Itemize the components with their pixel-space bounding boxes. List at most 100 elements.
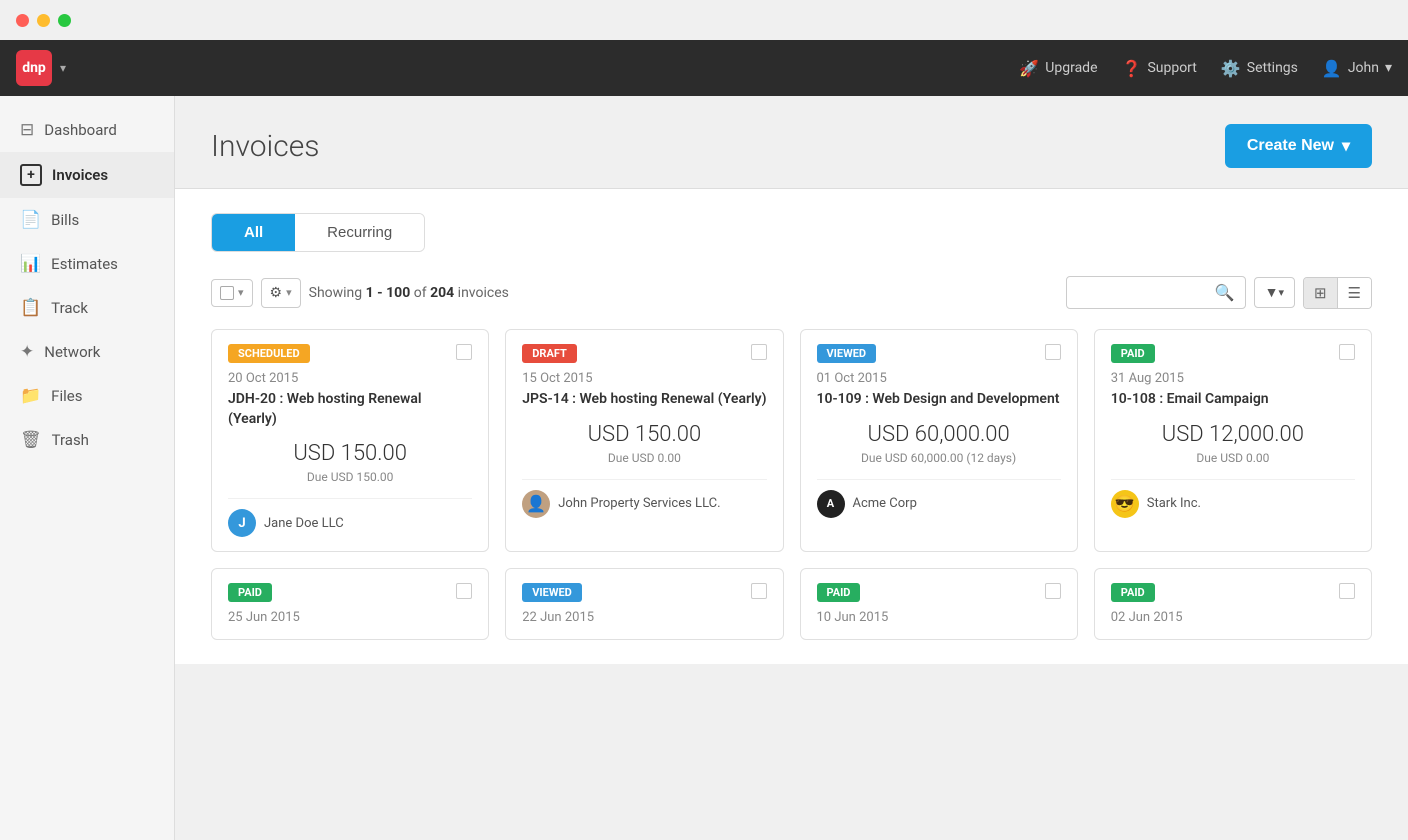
sidebar-item-dashboard[interactable]: ⊟ Dashboard [0, 108, 174, 152]
status-badge: PAID [1111, 583, 1155, 602]
invoice-card: SCHEDULED 20 Oct 2015 JDH-20 : Web hosti… [211, 329, 489, 552]
status-badge: SCHEDULED [228, 344, 310, 363]
view-toggle: ⊞ ☰ [1303, 277, 1372, 309]
search-input[interactable] [1077, 285, 1209, 300]
card-checkbox[interactable] [1339, 583, 1355, 599]
card-title: 10-109 : Web Design and Development [817, 390, 1061, 410]
list-view-button[interactable]: ☰ [1337, 278, 1371, 308]
invoices-icon: + [20, 164, 42, 186]
status-badge: PAID [817, 583, 861, 602]
tab-all[interactable]: All [212, 214, 295, 251]
card-footer: J Jane Doe LLC [228, 498, 472, 537]
support-button[interactable]: ❓ Support [1122, 59, 1197, 78]
bottom-invoice-card: PAID 02 Jun 2015 [1094, 568, 1372, 640]
bottom-invoice-card: PAID 10 Jun 2015 [800, 568, 1078, 640]
page-title: Invoices [211, 129, 319, 164]
sidebar: ⊟ Dashboard + Invoices 📄 Bills 📊 Estimat… [0, 96, 175, 840]
bottom-invoice-row: PAID 25 Jun 2015 VIEWED 22 Jun 2015 [211, 568, 1372, 640]
question-icon: ❓ [1122, 59, 1142, 78]
grid-view-button[interactable]: ⊞ [1304, 278, 1337, 308]
card-date: 31 Aug 2015 [1111, 371, 1355, 386]
invoice-card: VIEWED 01 Oct 2015 10-109 : Web Design a… [800, 329, 1078, 552]
card-date: 22 Jun 2015 [522, 610, 766, 625]
bottom-card-top: PAID [228, 583, 472, 602]
bills-icon: 📄 [20, 210, 41, 230]
card-due: Due USD 150.00 [228, 470, 472, 484]
client-name: John Property Services LLC. [558, 496, 720, 511]
filter-icon: ▼ [1265, 284, 1279, 301]
settings-button[interactable]: ⚙️ Settings [1221, 59, 1298, 78]
card-checkbox[interactable] [1339, 344, 1355, 360]
avatar: 😎 [1111, 490, 1139, 518]
user-menu[interactable]: 👤 John ▾ [1322, 59, 1392, 78]
sidebar-item-estimates[interactable]: 📊 Estimates [0, 242, 174, 286]
bulk-action-button[interactable]: ⚙ ▾ [261, 278, 301, 308]
invoice-card: DRAFT 15 Oct 2015 JPS-14 : Web hosting R… [505, 329, 783, 552]
client-name: Jane Doe LLC [264, 516, 344, 531]
client-name: Stark Inc. [1147, 496, 1201, 511]
card-footer: 👤 John Property Services LLC. [522, 479, 766, 518]
card-checkbox[interactable] [751, 583, 767, 599]
card-checkbox[interactable] [456, 344, 472, 360]
files-icon: 📁 [20, 386, 41, 406]
invoice-grid: SCHEDULED 20 Oct 2015 JDH-20 : Web hosti… [211, 329, 1372, 552]
card-top: VIEWED [817, 344, 1061, 363]
gear-chevron-icon: ▾ [286, 286, 292, 299]
trash-icon: 🗑 [20, 430, 42, 450]
card-title: JDH-20 : Web hosting Renewal (Yearly) [228, 390, 472, 429]
sidebar-item-files[interactable]: 📁 Files [0, 374, 174, 418]
filter-button[interactable]: ▼ ▾ [1254, 277, 1295, 308]
card-checkbox[interactable] [751, 344, 767, 360]
card-checkbox[interactable] [456, 583, 472, 599]
minimize-button[interactable] [37, 14, 50, 27]
card-checkbox[interactable] [1045, 583, 1061, 599]
card-due: Due USD 0.00 [1111, 451, 1355, 465]
estimates-icon: 📊 [20, 254, 41, 274]
app-layout: ⊟ Dashboard + Invoices 📄 Bills 📊 Estimat… [0, 96, 1408, 840]
card-date: 01 Oct 2015 [817, 371, 1061, 386]
bottom-card-top: PAID [817, 583, 1061, 602]
card-title: 10-108 : Email Campaign [1111, 390, 1355, 410]
card-date: 10 Jun 2015 [817, 610, 1061, 625]
upgrade-button[interactable]: 🚀 Upgrade [1019, 59, 1097, 78]
tab-recurring[interactable]: Recurring [295, 214, 424, 251]
user-chevron-icon: ▾ [1385, 60, 1392, 76]
card-top: SCHEDULED [228, 344, 472, 363]
status-badge: VIEWED [817, 344, 877, 363]
sidebar-item-trash[interactable]: 🗑 Trash [0, 418, 174, 462]
avatar: A [817, 490, 845, 518]
card-amount: USD 150.00 [228, 441, 472, 466]
status-badge: VIEWED [522, 583, 582, 602]
bottom-card-top: PAID [1111, 583, 1355, 602]
select-all-checkbox[interactable]: ▾ [211, 279, 253, 307]
card-top: PAID [1111, 344, 1355, 363]
close-button[interactable] [16, 14, 29, 27]
card-amount: USD 12,000.00 [1111, 422, 1355, 447]
card-due: Due USD 0.00 [522, 451, 766, 465]
card-checkbox[interactable] [1045, 344, 1061, 360]
sidebar-item-bills[interactable]: 📄 Bills [0, 198, 174, 242]
logo-chevron[interactable]: ▾ [60, 61, 66, 75]
search-box[interactable]: 🔍 [1066, 276, 1246, 309]
topnav-left: dnp ▾ [16, 50, 66, 86]
rocket-icon: 🚀 [1019, 59, 1039, 78]
create-new-button[interactable]: Create New ▾ [1225, 124, 1372, 168]
sidebar-item-network[interactable]: ✦ Network [0, 330, 174, 374]
client-name: Acme Corp [853, 496, 917, 511]
avatar: J [228, 509, 256, 537]
sidebar-item-invoices[interactable]: + Invoices [0, 152, 174, 198]
invoice-count: Showing 1 - 100 of 204 invoices [309, 285, 1058, 301]
search-icon: 🔍 [1215, 283, 1235, 302]
card-top: DRAFT [522, 344, 766, 363]
gear-icon: ⚙ [270, 285, 283, 301]
card-amount: USD 150.00 [522, 422, 766, 447]
status-badge: DRAFT [522, 344, 577, 363]
sidebar-item-track[interactable]: 📋 Track [0, 286, 174, 330]
bottom-invoice-card: VIEWED 22 Jun 2015 [505, 568, 783, 640]
toolbar: ▾ ⚙ ▾ Showing 1 - 100 of 204 invoices 🔍 [211, 276, 1372, 309]
card-date: 25 Jun 2015 [228, 610, 472, 625]
status-badge: PAID [1111, 344, 1155, 363]
network-icon: ✦ [20, 342, 34, 362]
maximize-button[interactable] [58, 14, 71, 27]
logo[interactable]: dnp [16, 50, 52, 86]
